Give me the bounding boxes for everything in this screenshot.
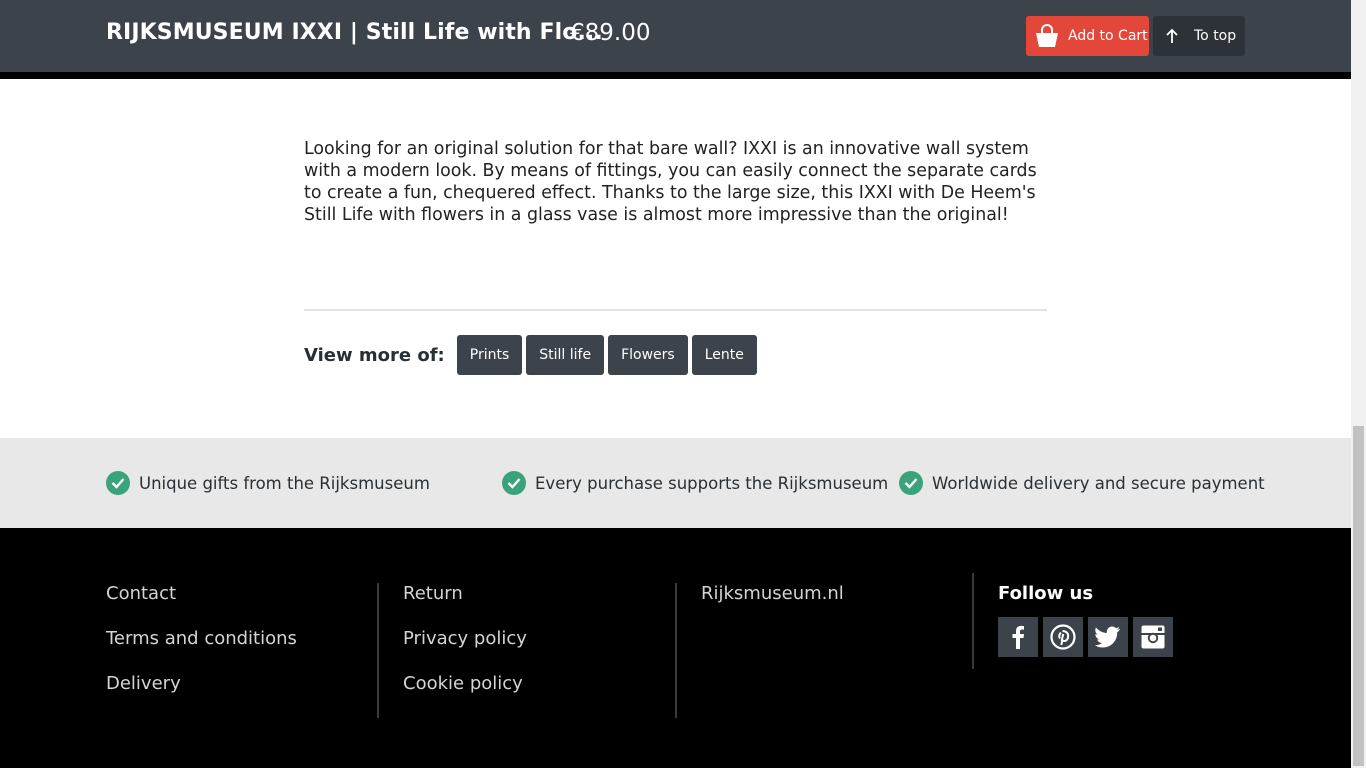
footer-divider: [972, 573, 974, 669]
footer-column-1: Contact Terms and conditions Delivery: [106, 583, 297, 718]
follow-us-heading: Follow us: [998, 583, 1094, 604]
to-top-button[interactable]: To top: [1153, 16, 1245, 56]
footer-link-privacy[interactable]: Privacy policy: [403, 628, 527, 650]
tag-prints[interactable]: Prints: [456, 335, 523, 375]
add-to-cart-button[interactable]: Add to Cart: [1026, 16, 1149, 56]
arrow-up-icon: [1166, 28, 1178, 43]
tag-still-life[interactable]: Still life: [526, 335, 605, 375]
check-icon: [106, 471, 130, 495]
footer-link-return[interactable]: Return: [403, 583, 527, 605]
check-icon: [899, 471, 923, 495]
footer-link-delivery[interactable]: Delivery: [106, 673, 297, 695]
product-description: Looking for an original solution for tha…: [304, 139, 1037, 225]
view-more-label: View more of:: [304, 344, 445, 366]
facebook-icon[interactable]: [998, 617, 1038, 657]
check-icon: [502, 471, 526, 495]
twitter-icon[interactable]: [1088, 617, 1128, 657]
tag-flowers[interactable]: Flowers: [608, 335, 688, 375]
product-price: €89.00: [570, 20, 651, 46]
scrollbar-thumb[interactable]: [1353, 426, 1364, 766]
pinterest-icon[interactable]: [1043, 617, 1083, 657]
divider: [304, 309, 1047, 311]
social-links: [998, 617, 1178, 657]
shopping-bag-icon: [1036, 24, 1058, 47]
site-footer: Contact Terms and conditions Delivery Re…: [0, 528, 1351, 768]
footer-divider: [377, 583, 379, 718]
usp-item: Unique gifts from the Rijksmuseum: [106, 471, 430, 495]
usp-item: Worldwide delivery and secure payment: [899, 471, 1265, 495]
view-more-section: View more of: Prints Still life Flowers …: [304, 335, 761, 375]
usp-text: Worldwide delivery and secure payment: [932, 473, 1265, 493]
footer-link-terms[interactable]: Terms and conditions: [106, 628, 297, 650]
usp-item: Every purchase supports the Rijksmuseum: [502, 471, 888, 495]
sticky-product-header: RIJKSMUSEUM IXXI | Still Life with Flo..…: [0, 0, 1351, 79]
tag-lente[interactable]: Lente: [691, 335, 757, 375]
add-to-cart-label: Add to Cart: [1068, 28, 1148, 44]
footer-link-contact[interactable]: Contact: [106, 583, 297, 605]
footer-link-rijksmuseum[interactable]: Rijksmuseum.nl: [701, 583, 844, 605]
usp-text: Unique gifts from the Rijksmuseum: [139, 473, 430, 493]
footer-link-cookie[interactable]: Cookie policy: [403, 673, 527, 695]
footer-divider: [675, 583, 677, 718]
usp-strip: Unique gifts from the Rijksmuseum Every …: [0, 438, 1351, 528]
footer-column-3: Rijksmuseum.nl: [701, 583, 844, 628]
footer-column-2: Return Privacy policy Cookie policy: [403, 583, 527, 718]
product-title: RIJKSMUSEUM IXXI | Still Life with Flo..…: [106, 20, 603, 45]
instagram-icon[interactable]: [1133, 617, 1173, 657]
usp-text: Every purchase supports the Rijksmuseum: [535, 473, 889, 493]
to-top-label: To top: [1194, 28, 1237, 44]
